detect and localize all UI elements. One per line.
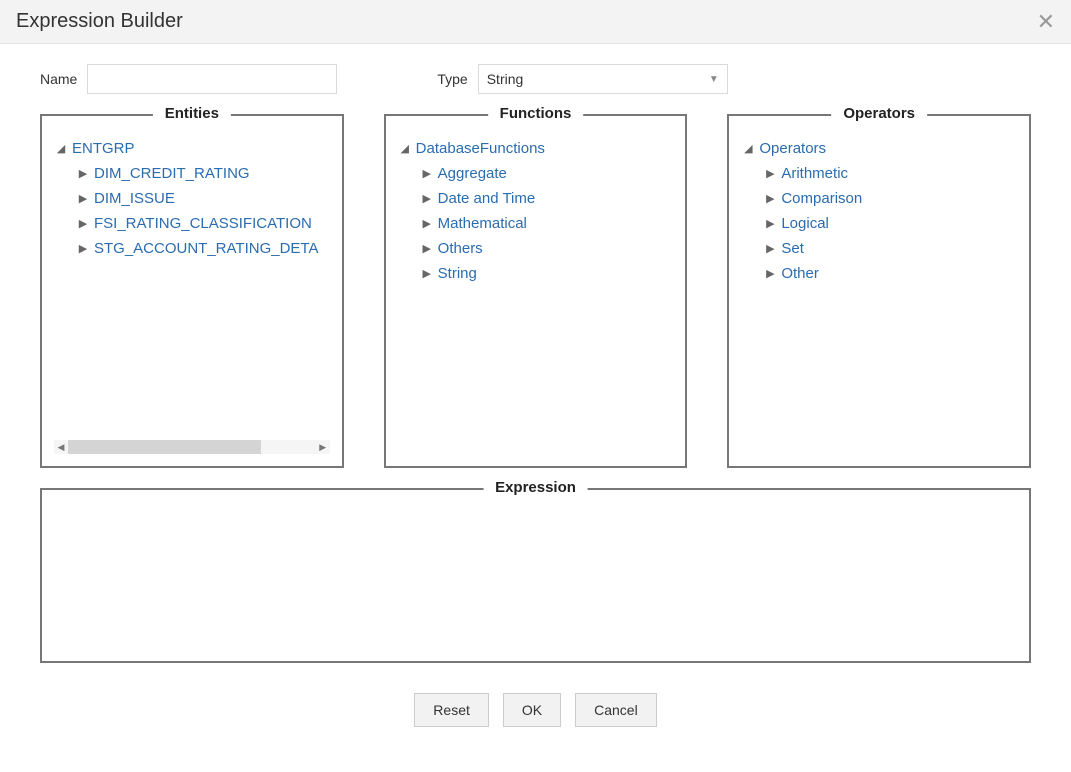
- tree-node[interactable]: ▶ Aggregate: [420, 161, 674, 186]
- expand-icon: ▶: [420, 217, 434, 230]
- expand-icon: ▶: [763, 167, 777, 180]
- tree-label: Other: [781, 265, 819, 282]
- tree-label: DIM_ISSUE: [94, 190, 175, 207]
- scroll-track[interactable]: [68, 440, 316, 454]
- tree-label: DIM_CREDIT_RATING: [94, 165, 250, 182]
- type-select-value: String: [487, 71, 524, 87]
- tree-label: STG_ACCOUNT_RATING_DETA: [94, 240, 318, 257]
- tree-label: Logical: [781, 215, 829, 232]
- expand-icon: ▶: [76, 167, 90, 180]
- operators-legend: Operators: [831, 105, 927, 122]
- expand-icon: ▶: [76, 192, 90, 205]
- expand-icon: ▶: [763, 192, 777, 205]
- expand-icon: ▶: [420, 267, 434, 280]
- tree-label: Comparison: [781, 190, 862, 207]
- expand-icon: ▶: [763, 242, 777, 255]
- tree-label: DatabaseFunctions: [416, 140, 545, 157]
- close-icon[interactable]: ✕: [1037, 11, 1055, 33]
- expression-panel: Expression: [40, 488, 1031, 663]
- type-label: Type: [437, 71, 467, 87]
- tree-label: Aggregate: [438, 165, 507, 182]
- tree-label: String: [438, 265, 477, 282]
- collapse-icon: ◢: [54, 142, 68, 155]
- cancel-button[interactable]: Cancel: [575, 693, 657, 727]
- tree-node[interactable]: ▶ Other: [763, 261, 1017, 286]
- collapse-icon: ◢: [398, 142, 412, 155]
- expand-icon: ▶: [76, 242, 90, 255]
- tree-node[interactable]: ▶ DIM_ISSUE: [76, 186, 330, 211]
- horizontal-scrollbar[interactable]: ◀ ▶: [54, 440, 330, 454]
- type-select[interactable]: String ▼: [478, 64, 728, 94]
- tree-node[interactable]: ▶ Arithmetic: [763, 161, 1017, 186]
- tree-node-operators[interactable]: ◢ Operators: [741, 136, 1017, 161]
- tree-node-entgrp[interactable]: ◢ ENTGRP: [54, 136, 330, 161]
- tree-label: Set: [781, 240, 804, 257]
- tree-label: Arithmetic: [781, 165, 848, 182]
- tree-label: Others: [438, 240, 483, 257]
- ok-button[interactable]: OK: [503, 693, 561, 727]
- tree-node[interactable]: ▶ STG_ACCOUNT_RATING_DETA: [76, 236, 330, 261]
- entities-legend: Entities: [153, 105, 231, 122]
- expand-icon: ▶: [420, 242, 434, 255]
- operators-panel: Operators ◢ Operators ▶ Arithmetic ▶ Compa…: [727, 114, 1031, 468]
- tree-label: Operators: [759, 140, 826, 157]
- entities-panel: Entities ◢ ENTGRP ▶DIM_CREDIT_RATING ▶DI…: [40, 114, 344, 468]
- tree-node[interactable]: ▶ Logical: [763, 211, 1017, 236]
- tree-node[interactable]: ▶ Mathematical: [420, 211, 674, 236]
- expand-icon: ▶: [76, 217, 90, 230]
- functions-legend: Functions: [488, 105, 584, 122]
- scroll-left-icon[interactable]: ◀: [54, 440, 68, 454]
- expand-icon: ▶: [763, 217, 777, 230]
- expand-icon: ▶: [763, 267, 777, 280]
- tree-node-dbfunctions[interactable]: ◢ DatabaseFunctions: [398, 136, 674, 161]
- expression-content[interactable]: [54, 510, 1017, 649]
- expand-icon: ▶: [420, 192, 434, 205]
- reset-button[interactable]: Reset: [414, 693, 489, 727]
- expand-icon: ▶: [420, 167, 434, 180]
- tree-node[interactable]: ▶ Date and Time: [420, 186, 674, 211]
- tree-node[interactable]: ▶ FSI_RATING_CLASSIFICATION: [76, 211, 330, 236]
- name-input[interactable]: [87, 64, 337, 94]
- chevron-down-icon: ▼: [709, 74, 719, 85]
- tree-label: Mathematical: [438, 215, 527, 232]
- page-title: Expression Builder: [16, 10, 183, 33]
- tree-node[interactable]: ▶ String: [420, 261, 674, 286]
- name-label: Name: [40, 71, 77, 87]
- tree-label: Date and Time: [438, 190, 536, 207]
- tree-node[interactable]: ▶ Others: [420, 236, 674, 261]
- functions-panel: Functions ◢ DatabaseFunctions ▶Aggregate…: [384, 114, 688, 468]
- tree-node[interactable]: ▶ Set: [763, 236, 1017, 261]
- tree-node[interactable]: ▶ Comparison: [763, 186, 1017, 211]
- expression-legend: Expression: [483, 479, 588, 496]
- tree-node[interactable]: ▶ DIM_CREDIT_RATING: [76, 161, 330, 186]
- tree-label: FSI_RATING_CLASSIFICATION: [94, 215, 312, 232]
- scroll-right-icon[interactable]: ▶: [316, 440, 330, 454]
- scroll-thumb[interactable]: [68, 440, 261, 454]
- collapse-icon: ◢: [741, 142, 755, 155]
- tree-label: ENTGRP: [72, 140, 135, 157]
